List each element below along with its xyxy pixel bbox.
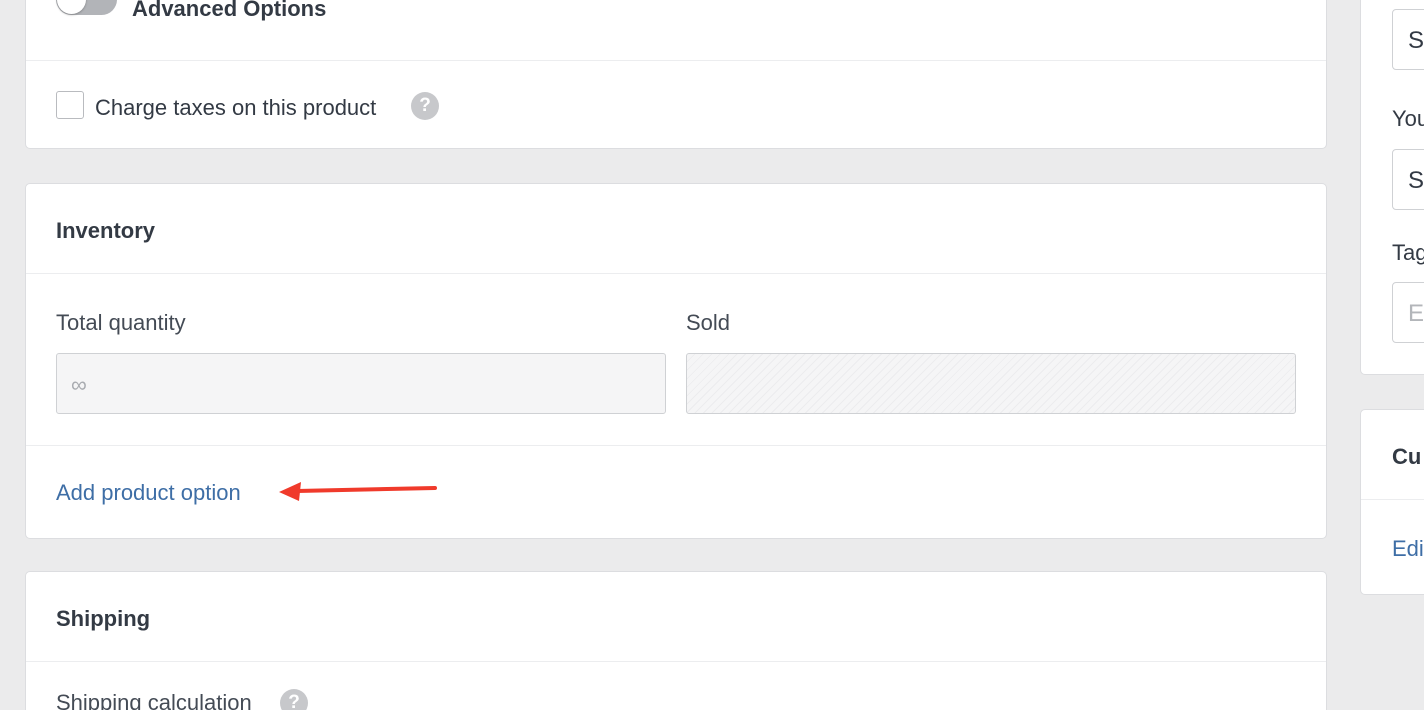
sidebar-select-value: S (1408, 27, 1424, 54)
tags-label: Tag (1392, 240, 1424, 265)
add-product-option-link[interactable]: Add product option (56, 480, 241, 506)
divider (26, 60, 1326, 61)
sidebar-card: Cu Edi (1360, 409, 1424, 595)
tags-placeholder: E (1408, 300, 1424, 327)
divider (1361, 499, 1424, 500)
sidebar-select[interactable]: S (1392, 9, 1424, 70)
sidebar-select-value: S (1408, 167, 1424, 194)
tags-input[interactable]: E (1392, 282, 1424, 343)
divider (26, 445, 1326, 446)
charge-taxes-label[interactable]: Charge taxes on this product (95, 95, 376, 121)
toggle-knob (57, 0, 86, 14)
shipping-calculation-label: Shipping calculation (56, 690, 252, 710)
red-arrow-icon (279, 482, 437, 501)
total-quantity-label: Total quantity (56, 310, 186, 335)
sold-label: Sold (686, 310, 731, 335)
sidebar-card: S You S Tag E (1360, 0, 1424, 375)
sidebar-select[interactable]: S (1392, 149, 1424, 210)
shipping-title: Shipping (56, 606, 151, 631)
advanced-options-toggle[interactable] (56, 0, 117, 15)
advanced-options-label: Advanced Options (132, 0, 327, 21)
help-icon[interactable]: ? (280, 689, 308, 710)
sidebar-section-title: Cu (1392, 444, 1422, 469)
sidebar-label: You (1392, 106, 1424, 131)
total-quantity-input[interactable]: ∞ (56, 353, 666, 414)
total-quantity-value: ∞ (71, 372, 87, 397)
shipping-card: Shipping Shipping calculation ? (25, 571, 1327, 710)
divider (26, 273, 1326, 274)
inventory-card: Inventory Total quantity Sold ∞ Add prod… (25, 183, 1327, 539)
page: Advanced Options Charge taxes on this pr… (0, 0, 1424, 710)
charge-taxes-checkbox[interactable] (56, 91, 84, 119)
edit-link[interactable]: Edi (1392, 536, 1424, 562)
general-options-card: Advanced Options Charge taxes on this pr… (25, 0, 1327, 149)
divider (26, 661, 1326, 662)
help-icon[interactable]: ? (411, 92, 439, 120)
sold-input (686, 353, 1296, 414)
inventory-title: Inventory (56, 218, 156, 243)
